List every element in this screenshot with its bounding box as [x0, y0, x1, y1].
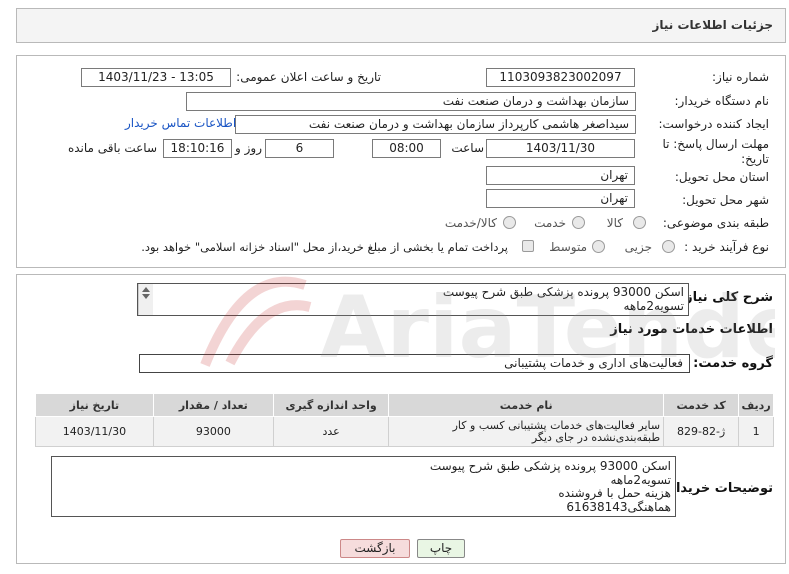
announce-date-field[interactable]: 1403/11/23 - 13:05 — [81, 68, 231, 87]
process-minor-label: جزیی — [624, 240, 652, 254]
cell-row-number: 1 — [738, 416, 774, 447]
services-table: ردیف کد خدمت نام خدمت واحد اندازه گیری ت… — [35, 393, 774, 447]
need-number-label: شماره نیاز: — [712, 70, 769, 84]
cell-service-name: سایر فعالیت‌های خدمات پشتیبانی کسب و کار… — [388, 416, 665, 447]
province-label: استان محل تحویل: — [674, 170, 769, 184]
table-row[interactable]: 1 ژ-82-829 سایر فعالیت‌های خدمات پشتیبان… — [35, 416, 774, 447]
treasury-payment-checkbox[interactable] — [522, 240, 534, 252]
category-label: طبقه بندی موضوعی: — [662, 216, 769, 230]
creator-field[interactable]: سیداصغر هاشمی کارپرداز سازمان بهداشت و د… — [235, 115, 636, 134]
table-header-row: ردیف کد خدمت نام خدمت واحد اندازه گیری ت… — [35, 393, 774, 417]
announce-date-label: تاریخ و ساعت اعلان عمومی: — [236, 70, 381, 84]
summary-textarea[interactable]: اسکن 93000 پرونده پزشکی طبق شرح پیوست تس… — [137, 283, 689, 316]
summary-scrollbar[interactable] — [138, 284, 153, 315]
process-type-label: نوع فرآیند خرید : — [684, 240, 769, 254]
summary-label: شرح کلی نیاز: — [679, 290, 773, 305]
col-need-date: تاریخ نیاز — [35, 393, 154, 417]
process-minor-radio[interactable] — [662, 240, 675, 253]
process-medium-label: متوسط — [549, 240, 587, 254]
need-number-field[interactable]: 1103093823002097 — [486, 68, 635, 87]
buyer-contact-link[interactable]: اطلاعات تماس خریدار — [125, 116, 236, 130]
city-field[interactable]: تهران — [486, 189, 635, 208]
service-group-field[interactable]: فعالیت‌های اداری و خدمات پشتیبانی — [139, 354, 690, 373]
remaining-label: ساعت باقی مانده — [67, 141, 157, 155]
buyer-notes-label: توضیحات خریدار: — [663, 481, 773, 496]
province-field[interactable]: تهران — [486, 166, 635, 185]
process-medium-radio[interactable] — [592, 240, 605, 253]
city-label: شهر محل تحویل: — [682, 193, 769, 207]
remaining-time-field[interactable]: 18:10:16 — [163, 139, 232, 158]
category-both-radio[interactable] — [503, 216, 516, 229]
col-quantity: تعداد / مقدار — [152, 393, 274, 417]
back-button[interactable]: بازگشت — [340, 539, 410, 558]
buyer-notes-textarea[interactable]: اسکن 93000 پرونده پزشکی طبق شرح پیوست تس… — [51, 456, 676, 517]
col-service-code: کد خدمت — [663, 393, 740, 417]
payment-note: پرداخت تمام یا بخشی از مبلغ خرید،از محل … — [141, 240, 508, 254]
category-goods-radio[interactable] — [633, 216, 646, 229]
creator-label: ایجاد کننده درخواست: — [658, 117, 769, 131]
buyer-org-field[interactable]: سازمان بهداشت و درمان صنعت نفت — [186, 92, 636, 111]
scroll-arrows-icon — [142, 287, 150, 299]
buyer-org-label: نام دستگاه خریدار: — [674, 94, 770, 108]
deadline-label: مهلت ارسال پاسخ: تا — [662, 137, 769, 151]
category-service-label: خدمت — [534, 216, 566, 230]
deadline-label-2: تاریخ: — [741, 152, 769, 166]
page-header: جزئیات اطلاعات نیاز — [16, 8, 786, 43]
category-goods-label: کالا — [606, 216, 623, 230]
page-title: جزئیات اطلاعات نیاز — [652, 18, 773, 32]
col-unit: واحد اندازه گیری — [272, 393, 390, 417]
cell-quantity: 93000 — [152, 416, 274, 447]
cell-need-date: 1403/11/30 — [35, 416, 154, 447]
cell-service-code: ژ-82-829 — [663, 416, 740, 447]
deadline-date-field[interactable]: 1403/11/30 — [486, 139, 635, 158]
category-service-radio[interactable] — [572, 216, 585, 229]
col-row-number: ردیف — [738, 393, 774, 417]
category-both-label: کالا/خدمت — [444, 216, 497, 230]
deadline-time-label: ساعت — [451, 141, 484, 155]
print-button[interactable]: چاپ — [417, 539, 465, 558]
services-section-title: اطلاعات خدمات مورد نیاز — [610, 322, 773, 337]
cell-unit: عدد — [272, 416, 390, 447]
days-label: روز و — [235, 141, 262, 155]
col-service-name: نام خدمت — [388, 393, 665, 417]
service-group-label: گروه خدمت: — [693, 356, 773, 371]
remaining-days-field[interactable]: 6 — [265, 139, 334, 158]
deadline-time-field[interactable]: 08:00 — [372, 139, 441, 158]
